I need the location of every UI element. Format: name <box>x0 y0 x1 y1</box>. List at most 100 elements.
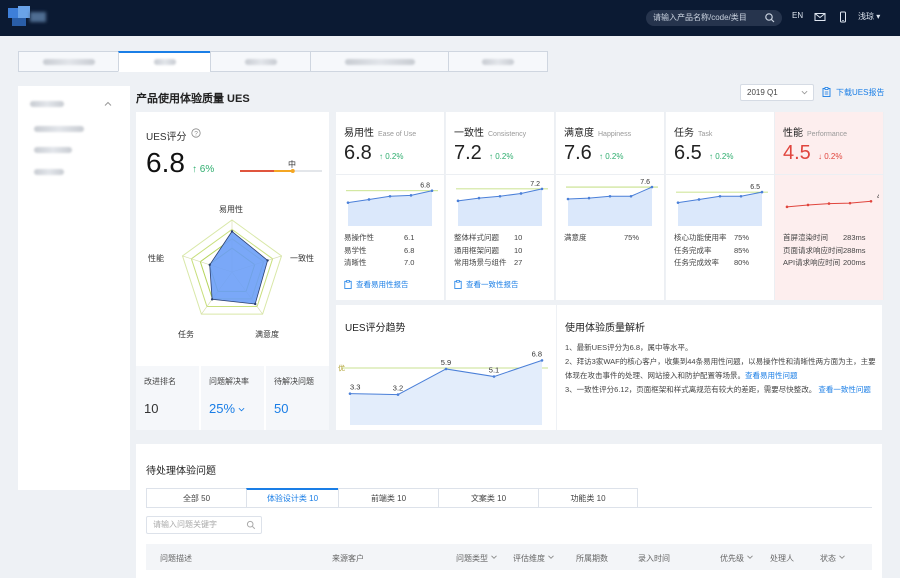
view-report-link[interactable]: 查看易用性报告 <box>344 279 409 290</box>
sparkline-point <box>676 201 680 204</box>
product-tab[interactable] <box>210 51 310 72</box>
search-placeholder: 请输入产品名称/code/类目 <box>653 13 747 22</box>
page-title: 产品使用体验质量 UES <box>136 93 250 105</box>
chevron-up-icon[interactable] <box>104 100 112 108</box>
issue-search-input[interactable]: 请输入问题关键字 <box>146 516 262 534</box>
product-tab-active[interactable] <box>118 51 210 72</box>
tab-copy[interactable]: 文案类 10 <box>438 488 538 508</box>
analysis-text: 3、一致性评分6.12，页面框架和样式离规范有较大的差距，需要尽快整改。 <box>565 385 817 394</box>
product-search-input[interactable]: 请输入产品名称/code/类目 <box>646 10 782 26</box>
metric-card: 性能Performance4.5↓ 0.2%4.5首屏渲染时间283ms页面请求… <box>775 112 884 300</box>
trend-point <box>444 367 448 371</box>
download-report-link[interactable]: 下载UES报告 <box>822 87 884 98</box>
report-icon <box>344 280 352 289</box>
metric-details: 核心功能使用率 75% 任务完成率 85% 任务完成效率 80% <box>674 232 772 270</box>
view-report-link[interactable]: 查看一致性报告 <box>454 279 519 290</box>
mail-icon[interactable] <box>814 11 826 23</box>
detail-key: 易操作性 <box>344 233 374 242</box>
chevron-down-icon <box>747 555 753 559</box>
metric-detail-row: 清晰性 7.0 <box>344 257 442 270</box>
user-menu[interactable]: 浅琼 ▾ <box>858 11 880 22</box>
column-header-label: 状态 <box>820 554 836 563</box>
tab-design[interactable]: 体验设计类 10 <box>246 488 338 508</box>
metric-detail-row: API请求响应时间 200ms <box>783 257 881 270</box>
column-header-sortable[interactable]: 状态 <box>820 553 845 564</box>
column-header: 录入时间 <box>638 554 670 563</box>
metric-divider <box>336 174 445 175</box>
ues-delta: ↑ 6% <box>192 164 215 175</box>
metric-name: 一致性 Consistency <box>454 124 526 139</box>
sparkline-point <box>739 194 743 198</box>
metric-details: 满意度 75% <box>564 232 662 245</box>
trend-data-label: 3.2 <box>393 384 403 393</box>
metric-name-en: Task <box>698 131 713 138</box>
tab-frontend[interactable]: 前端类 10 <box>338 488 438 508</box>
product-logo[interactable] <box>8 6 52 28</box>
language-toggle[interactable]: EN <box>792 11 803 20</box>
detail-key: 满意度 <box>564 233 587 242</box>
sparkline-point <box>367 198 371 201</box>
sidebar-item[interactable] <box>34 147 72 153</box>
metric-divider <box>556 174 665 175</box>
sparkline-area <box>458 188 542 226</box>
report-icon <box>454 280 462 289</box>
sparkline-point <box>519 192 523 195</box>
column-header-sortable[interactable]: 优先级 <box>720 553 753 564</box>
tab-all[interactable]: 全部 50 <box>146 488 246 508</box>
column-header-sortable[interactable]: 评估维度 <box>513 553 554 564</box>
detail-key: 任务完成率 <box>674 245 712 255</box>
view-usability-issues-link[interactable]: 查看易用性问题 <box>745 371 798 380</box>
sparkline-point <box>848 201 852 205</box>
issue-table-header: 问题描述 来源客户 问题类型 评估维度 所属期数 录入时间 优先级 处理人 状态 <box>146 544 872 570</box>
sparkline-point <box>827 202 831 205</box>
product-tab[interactable] <box>448 51 548 72</box>
svg-text:?: ? <box>194 130 198 137</box>
quarter-value: 2019 Q1 <box>747 88 778 97</box>
sparkline-label: 7.6 <box>640 179 650 186</box>
help-icon[interactable]: ? <box>191 128 201 138</box>
tab-feature[interactable]: 功能类 10 <box>538 488 638 508</box>
sidebar <box>18 86 130 490</box>
radar-axis-label: 一致性 <box>290 254 314 263</box>
stat-value: 50 <box>274 401 289 416</box>
detail-key: 通用框架问题 <box>454 245 499 255</box>
product-tab[interactable] <box>310 51 448 72</box>
metric-name-en: Ease of Use <box>378 131 417 138</box>
detail-value: 85% <box>734 245 750 255</box>
metric-sparkline: 6.8 <box>346 183 438 226</box>
stat-pending: 待解决问题 50 <box>266 366 329 430</box>
product-tab[interactable] <box>18 51 118 72</box>
metric-score: 7.2 <box>454 142 482 164</box>
mobile-icon[interactable] <box>837 11 849 23</box>
redacted-label <box>42 58 95 65</box>
sidebar-item[interactable] <box>34 169 64 175</box>
detail-value: 6.1 <box>404 233 415 242</box>
metric-detail-row: 页面请求响应时间 288ms <box>783 245 881 258</box>
column-header-label: 问题类型 <box>456 554 488 563</box>
trend-title: UES评分趋势 <box>345 323 406 334</box>
detail-value: 288ms <box>843 245 866 255</box>
metric-card: 一致性 Consistency 7.2 ↑ 0.2% 7.2 整体样式问题 10 通用框架问题… <box>446 112 555 300</box>
metric-card: 任务 Task 6.5 ↑ 0.2% 6.5 核心功能使用率 75% 任务完成率 85% 任务完成… <box>666 112 775 300</box>
detail-value: 10 <box>514 245 523 255</box>
radar-point <box>208 263 211 266</box>
radar-point <box>266 259 269 262</box>
sidebar-item[interactable] <box>34 126 84 132</box>
radar-chart: 易用性 一致性 满意度 任务 性能 <box>136 196 329 346</box>
sparkline-point <box>388 194 392 198</box>
quarter-select[interactable]: 2019 Q1 <box>740 84 814 101</box>
column-header-sortable[interactable]: 问题类型 <box>456 553 497 564</box>
metric-detail-row: 整体样式问题 10 <box>454 232 552 245</box>
metric-detail-row: 任务完成率 85% <box>674 245 772 258</box>
sparkline-point <box>346 201 350 204</box>
metric-name-en: Happiness <box>598 131 632 138</box>
view-consistency-issues-link[interactable]: 查看一致性问题 <box>818 385 871 394</box>
radar-axis-label: 任务 <box>178 330 194 339</box>
sidebar-group-title[interactable] <box>30 101 64 107</box>
trend-chart: 优 3.3 3.2 5.9 5.1 6.8 <box>338 349 548 425</box>
metric-sparkline: 6.5 <box>676 184 768 226</box>
stat-resolve-rate[interactable]: 问题解决率 25% <box>201 366 264 430</box>
radar-axis-label: 满意度 <box>255 330 279 339</box>
ues-score: 6.8 <box>146 147 185 178</box>
detail-value: 283ms <box>843 233 866 242</box>
